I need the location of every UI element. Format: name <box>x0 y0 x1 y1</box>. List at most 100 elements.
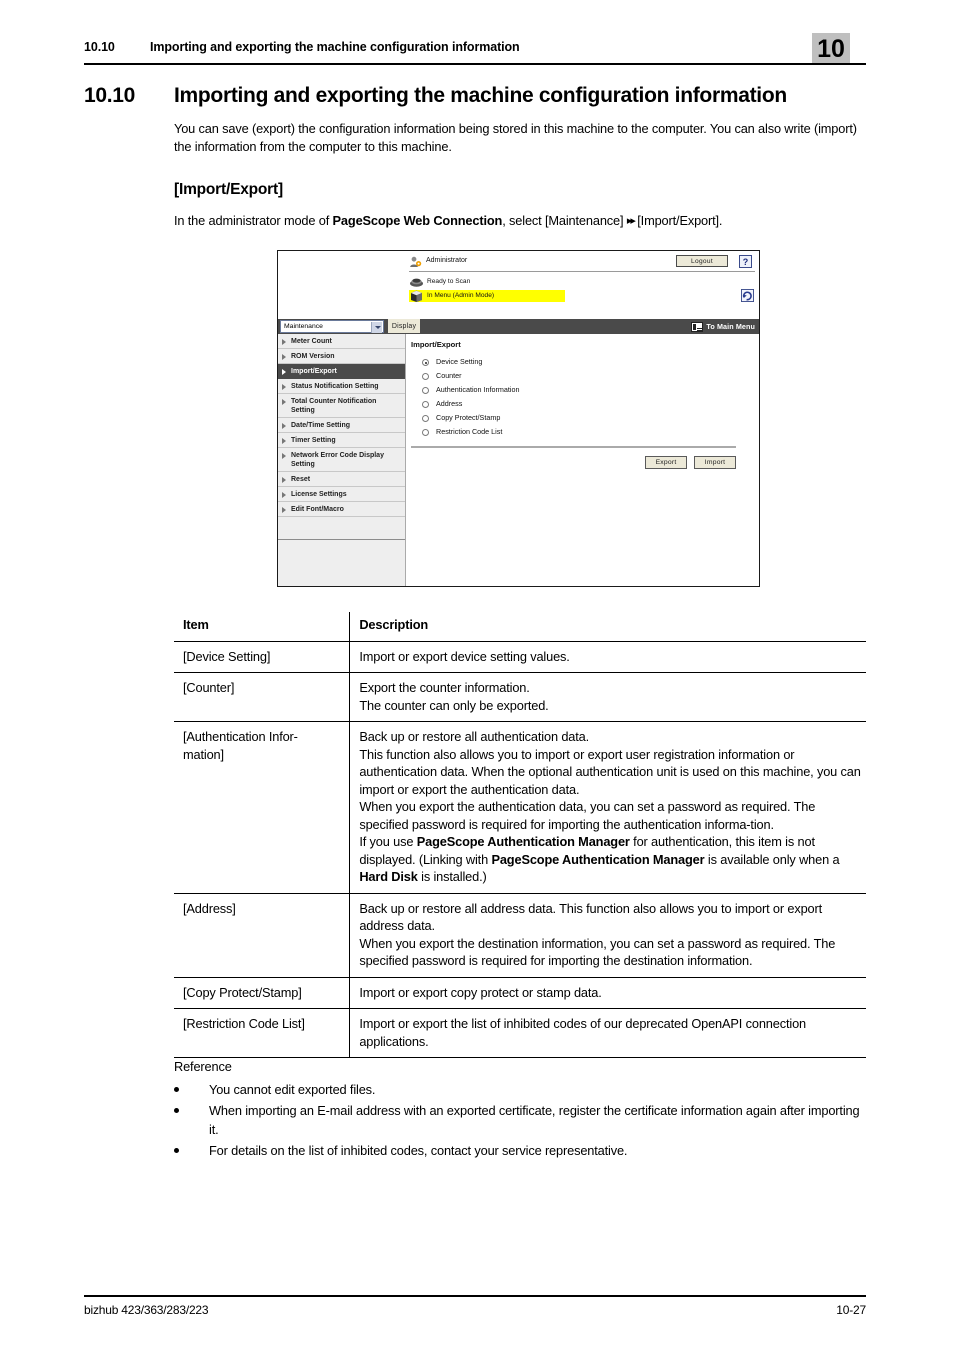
sidebar-item-license-settings[interactable]: License Settings <box>278 487 405 502</box>
radio-authentication-information[interactable]: Authentication Information <box>422 383 520 397</box>
navigation-path-paragraph: In the administrator mode of PageScope W… <box>174 212 874 231</box>
sidebar-item-timer-setting[interactable]: Timer Setting <box>278 433 405 448</box>
screenshot-content-pane: Import/Export Device Setting Counter Aut… <box>406 334 759 586</box>
table-cell-description: Import or export device setting values. <box>359 648 570 664</box>
bullet-icon <box>174 1087 179 1092</box>
scanner-icon <box>410 278 423 287</box>
to-main-menu-button[interactable]: To Main Menu <box>691 320 755 333</box>
administrator-label: Administrator <box>426 257 468 264</box>
sidebar-item-label: Edit Font/Macro <box>291 505 344 513</box>
bullet-triangle-icon <box>282 492 286 498</box>
sidebar-item-date-time-setting[interactable]: Date/Time Setting <box>278 418 405 433</box>
running-header-number: 10.10 <box>84 40 115 54</box>
radio-address[interactable]: Address <box>422 397 520 411</box>
reference-item-text: When importing an E-mail address with an… <box>209 1102 860 1138</box>
list-item: You cannot edit exported files. <box>174 1080 866 1100</box>
page-number: 10-27 <box>836 1303 866 1317</box>
main-menu-icon <box>691 321 704 332</box>
radio-button-icon <box>422 373 429 380</box>
table-cell-item: [Authentication Infor-mation] <box>174 721 351 893</box>
sidebar-item-label: Timer Setting <box>291 436 336 444</box>
radio-device-setting[interactable]: Device Setting <box>422 355 520 369</box>
double-arrow-icon: ▸▸ <box>626 215 636 227</box>
sidebar-item-label: License Settings <box>291 490 347 498</box>
sidebar-item-network-error-code-display-setting[interactable]: Network Error Code Display Setting <box>278 448 405 472</box>
radio-counter[interactable]: Counter <box>422 369 520 383</box>
admin-bar: Administrator Logout ? <box>409 255 755 272</box>
list-item: For details on the list of inhibited cod… <box>174 1141 866 1161</box>
sidebar-item-label: Total Counter Notification Setting <box>291 397 377 414</box>
logout-button[interactable]: Logout <box>676 255 728 267</box>
running-header-title: Importing and exporting the machine conf… <box>150 40 520 54</box>
display-button[interactable]: Display <box>388 319 420 333</box>
sidebar-item-total-counter-notification-setting[interactable]: Total Counter Notification Setting <box>278 394 405 418</box>
table-cell-description: Export the counter information. The count… <box>359 680 549 713</box>
help-button[interactable]: ? <box>739 255 752 268</box>
path-bold-product: PageScope Web Connection <box>332 213 503 228</box>
table-cell-item: [Address] <box>174 893 351 977</box>
section-number: 10.10 <box>84 84 136 107</box>
content-heading: Import/Export <box>411 340 461 349</box>
chevron-down-icon[interactable] <box>371 322 382 333</box>
refresh-icon[interactable] <box>741 289 754 302</box>
sidebar-item-rom-version[interactable]: ROM Version <box>278 349 405 364</box>
radio-label: Counter <box>436 371 462 380</box>
subsection-heading: [Import/Export] <box>174 181 283 198</box>
sidebar-item-label: Network Error Code Display Setting <box>291 451 384 468</box>
radio-button-icon <box>422 429 429 436</box>
table-row: [Counter] Export the counter information… <box>174 672 866 722</box>
bullet-icon <box>174 1107 179 1113</box>
bullet-triangle-icon <box>282 507 286 513</box>
sidebar-item-reset[interactable]: Reset <box>278 472 405 487</box>
table-row: [Authentication Infor-mation] Back up or… <box>174 721 866 893</box>
bullet-triangle-icon <box>282 399 286 405</box>
footer-model-text: bizhub 423/363/283/223 <box>84 1303 209 1317</box>
column-header-description: Description <box>359 617 429 632</box>
sidebar-end-spacer <box>278 517 405 540</box>
export-button[interactable]: Export <box>645 456 687 469</box>
chapter-number-box: 10 <box>812 33 850 65</box>
sidebar-item-label: Meter Count <box>291 337 332 345</box>
table-cell-item: [Device Setting] <box>174 641 351 673</box>
application-screenshot: Administrator Logout ? Ready to Scan In … <box>277 250 760 587</box>
radio-label: Restriction Code List <box>436 427 503 436</box>
bullet-triangle-icon <box>282 438 286 444</box>
sidebar-item-edit-font-macro[interactable]: Edit Font/Macro <box>278 502 405 517</box>
table-cell-item: [Restriction Code List] <box>174 1008 351 1058</box>
running-header: 10.10 Importing and exporting the machin… <box>84 40 866 70</box>
radio-button-icon <box>422 387 429 394</box>
to-main-menu-label: To Main Menu <box>706 322 755 331</box>
path-middle: , select [Maintenance] <box>502 213 627 228</box>
table-cell-description: Import or export copy protect or stamp d… <box>359 984 602 1000</box>
header-rule <box>84 63 866 65</box>
action-button-row: Export Import <box>645 456 736 469</box>
reference-item-text: For details on the list of inhibited cod… <box>209 1142 628 1158</box>
printer-icon <box>411 290 422 302</box>
table-row: [Restriction Code List] Import or export… <box>174 1008 866 1058</box>
reference-heading: Reference <box>174 1059 232 1074</box>
radio-label: Device Setting <box>436 357 483 366</box>
intro-paragraph: You can save (export) the configuration … <box>174 121 857 154</box>
sidebar-item-meter-count[interactable]: Meter Count <box>278 334 405 349</box>
radio-restriction-code-list[interactable]: Restriction Code List <box>422 425 520 439</box>
sidebar-item-label: Reset <box>291 475 311 483</box>
radio-label: Copy Protect/Stamp <box>436 413 501 422</box>
sidebar-item-status-notification-setting[interactable]: Status Notification Setting <box>278 379 405 394</box>
table-row: [Address] Back up or restore all address… <box>174 893 866 977</box>
table-cell-description: Back up or restore all address data. Thi… <box>359 900 836 969</box>
radio-copy-protect-stamp[interactable]: Copy Protect/Stamp <box>422 411 520 425</box>
table-cell-item: [Counter] <box>174 672 351 722</box>
sidebar-item-import-export[interactable]: Import/Export <box>278 364 405 379</box>
import-button[interactable]: Import <box>694 456 736 469</box>
maintenance-dropdown[interactable]: Maintenance <box>280 320 384 333</box>
bullet-icon <box>174 1147 179 1153</box>
bullet-triangle-icon <box>282 477 286 483</box>
table-cell-item: [Copy Protect/Stamp] <box>174 977 351 1009</box>
status-ready-text: Ready to Scan <box>427 278 471 285</box>
maintenance-dropdown-value: Maintenance <box>284 323 323 330</box>
path-suffix: [Import/Export]. <box>633 213 723 228</box>
bullet-triangle-icon <box>282 339 286 345</box>
bullet-triangle-icon <box>282 354 286 360</box>
footer-rule <box>84 1295 866 1297</box>
path-prefix: In the administrator mode of <box>174 213 333 228</box>
